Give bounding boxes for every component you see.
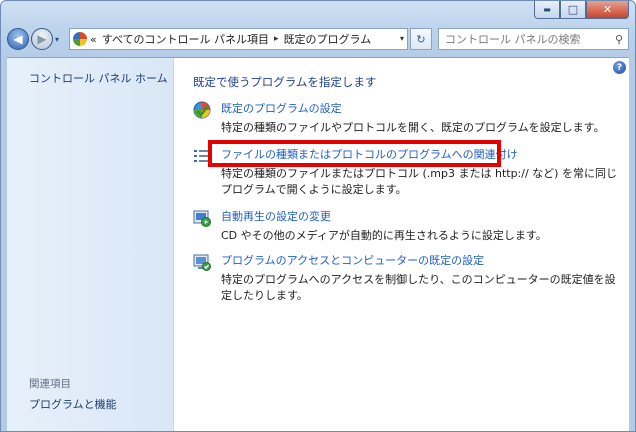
- task-desc-program-access: 特定のプログラムへのアクセスを制御したり、このコンピューターの既定値を設定したり…: [221, 273, 616, 302]
- forward-button[interactable]: ▶: [31, 28, 53, 50]
- address-bar[interactable]: « すべてのコントロール パネル項目 ▸ 既定のプログラム ▾: [69, 28, 408, 50]
- page-title: 既定で使うプログラムを指定します: [193, 75, 377, 89]
- caption-buttons: ▬ □ ✕: [534, 1, 629, 19]
- file-association-icon: [194, 150, 210, 162]
- main-panel: ? 既定で使うプログラムを指定します 既定のプログラムの設定 特定の種類のファイ…: [174, 58, 629, 431]
- program-access-icon: [193, 254, 211, 271]
- recent-pages-button[interactable]: ▾: [55, 35, 65, 44]
- sidebar-home-link[interactable]: コントロール パネル ホーム: [29, 70, 168, 86]
- search-box[interactable]: ⚲: [438, 28, 629, 50]
- address-dropdown-icon[interactable]: ▾: [400, 34, 404, 43]
- maximize-button[interactable]: □: [560, 1, 586, 19]
- refresh-button[interactable]: ↻: [410, 28, 432, 50]
- help-icon[interactable]: ?: [613, 61, 626, 74]
- control-panel-icon: [73, 32, 87, 46]
- task-desc-default-programs: 特定の種類のファイルやプロトコルを開く、既定のプログラムを設定します。: [221, 121, 605, 134]
- content-area: コントロール パネル ホーム 関連項目 プログラムと機能 ? 既定で使うプログラ…: [7, 57, 629, 431]
- task-desc-autoplay: CD やその他のメディアが自動的に再生されるように設定します。: [221, 229, 547, 242]
- breadcrumb-separator[interactable]: ▸: [274, 34, 279, 44]
- close-button[interactable]: ✕: [586, 1, 629, 19]
- breadcrumb-default-programs[interactable]: 既定のプログラム: [284, 31, 372, 47]
- search-input[interactable]: [439, 31, 610, 47]
- control-panel-window: ▬ □ ✕ ◀ ▶ ▾ « すべてのコントロール パネル項目 ▸ 既定のプログラ…: [0, 0, 636, 432]
- search-icon[interactable]: ⚲: [610, 33, 628, 46]
- sidebar: コントロール パネル ホーム 関連項目 プログラムと機能: [7, 58, 174, 431]
- back-button[interactable]: ◀: [7, 28, 29, 50]
- breadcrumb-overflow[interactable]: «: [90, 33, 97, 46]
- related-title: 関連項目: [29, 378, 71, 390]
- autoplay-icon: [193, 210, 211, 227]
- task-link-file-association[interactable]: ファイルの種類またはプロトコルのプログラムへの関連付け: [221, 146, 518, 162]
- navigation-bar: ◀ ▶ ▾ « すべてのコントロール パネル項目 ▸ 既定のプログラム ▾ ↻ …: [7, 27, 629, 51]
- minimize-button[interactable]: ▬: [534, 1, 560, 19]
- default-programs-icon: [193, 101, 211, 119]
- task-link-default-programs[interactable]: 既定のプログラムの設定: [221, 100, 342, 116]
- task-link-program-access[interactable]: プログラムのアクセスとコンピューターの既定の設定: [221, 252, 484, 268]
- task-link-autoplay[interactable]: 自動再生の設定の変更: [221, 208, 331, 224]
- sidebar-item-programs-and-features[interactable]: プログラムと機能: [29, 396, 117, 412]
- breadcrumb-all-items[interactable]: すべてのコントロール パネル項目: [102, 31, 269, 47]
- task-desc-file-association: 特定の種類のファイルまたはプロトコル (.mp3 または http:// など)…: [221, 167, 617, 196]
